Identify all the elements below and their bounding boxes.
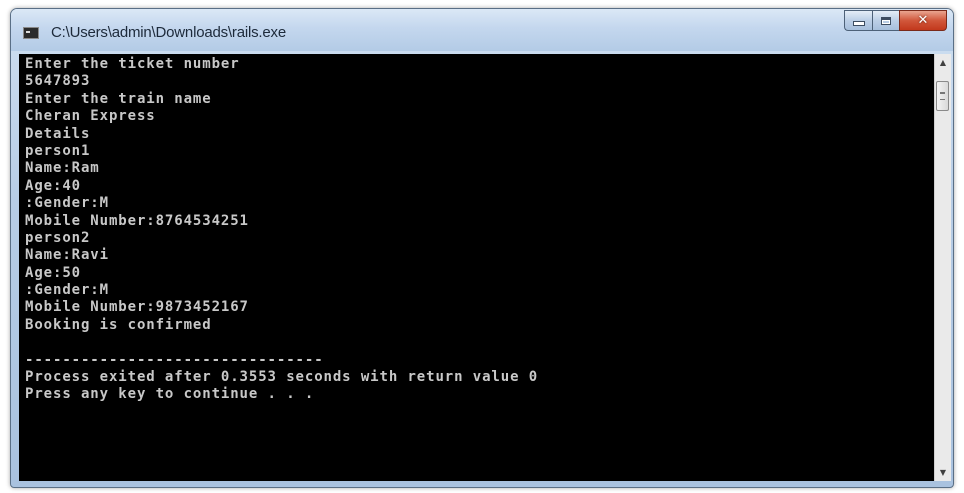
console-line: Age:50 bbox=[25, 264, 81, 281]
close-icon: ✕ bbox=[917, 13, 929, 28]
console-line: Mobile Number:8764534251 bbox=[25, 212, 249, 229]
console-line: Cheran Express bbox=[25, 108, 156, 125]
console-line: Process exited after 0.3553 seconds with… bbox=[25, 369, 539, 386]
console-line: :Gender:M bbox=[25, 195, 109, 212]
close-button[interactable]: ✕ bbox=[899, 10, 947, 31]
console-line: Name:Ravi bbox=[25, 247, 109, 264]
scroll-up-button[interactable]: ▲ bbox=[935, 54, 951, 71]
minimize-button[interactable] bbox=[844, 10, 872, 31]
console-line: Details bbox=[25, 125, 91, 142]
console-line: Press any key to continue . . . bbox=[25, 386, 315, 403]
console-line: person1 bbox=[25, 142, 91, 159]
vertical-scrollbar[interactable]: ▲ ▼ bbox=[934, 54, 951, 481]
console-app-icon[interactable] bbox=[23, 27, 39, 39]
console-line: :Gender:M bbox=[25, 282, 109, 299]
console-line: Mobile Number:9873452167 bbox=[25, 299, 249, 316]
scroll-down-button[interactable]: ▼ bbox=[935, 464, 951, 481]
console-line: 5647893 bbox=[25, 73, 91, 90]
console-line: -------------------------------- bbox=[25, 351, 324, 368]
console-output: Enter the ticket number 5647893 Enter the … bbox=[25, 56, 538, 404]
console-line: Age:40 bbox=[25, 177, 81, 194]
console-line: Booking is confirmed bbox=[25, 316, 212, 333]
minimize-icon bbox=[852, 21, 865, 26]
console-line: Enter the train name bbox=[25, 90, 212, 107]
console-line: Name:Ram bbox=[25, 160, 100, 177]
window-title: C:\Users\admin\Downloads\rails.exe bbox=[51, 24, 286, 41]
console-window: C:\Users\admin\Downloads\rails.exe ✕ Ent… bbox=[10, 8, 954, 488]
maximize-icon bbox=[881, 16, 891, 25]
console-line: Enter the ticket number bbox=[25, 56, 240, 72]
maximize-button[interactable] bbox=[872, 10, 899, 31]
title-bar[interactable]: C:\Users\admin\Downloads\rails.exe ✕ bbox=[11, 9, 953, 51]
caption-buttons: ✕ bbox=[844, 10, 947, 31]
console-output-area[interactable]: Enter the ticket number 5647893 Enter the … bbox=[19, 54, 934, 481]
console-line: person2 bbox=[25, 229, 91, 246]
scroll-up-arrow-icon: ▲ bbox=[939, 58, 947, 67]
scroll-thumb[interactable] bbox=[936, 81, 949, 111]
scroll-down-arrow-icon: ▼ bbox=[939, 468, 947, 477]
